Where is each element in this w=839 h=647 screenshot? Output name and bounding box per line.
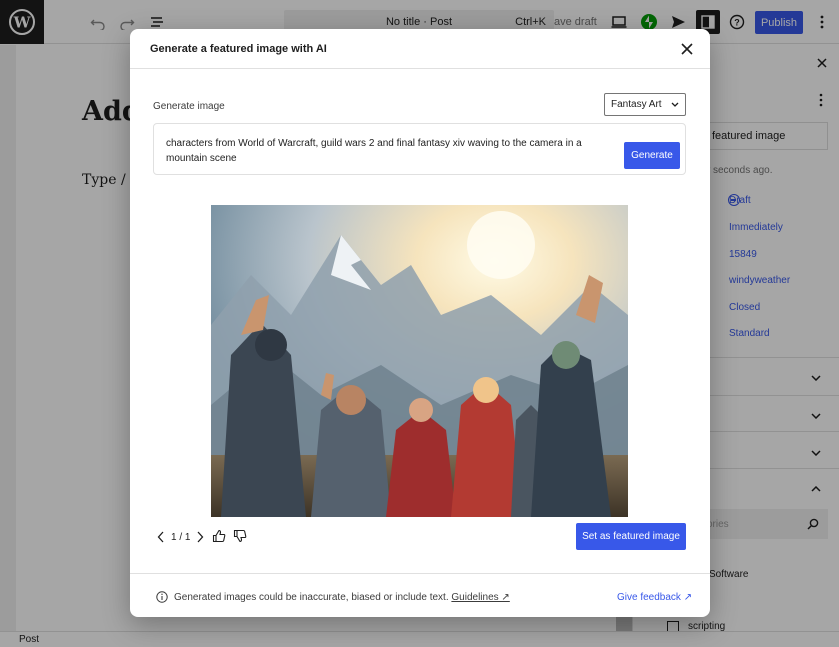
modal-title: Generate a featured image with AI [150,43,327,55]
style-select[interactable]: Fantasy Art [604,93,686,116]
generate-button[interactable]: Generate [624,142,680,169]
thumbs-down-icon[interactable] [233,529,247,546]
prompt-text[interactable]: characters from World of Warcraft, guild… [166,136,586,166]
image-pager: 1 / 1 [171,532,191,543]
give-feedback-link[interactable]: Give feedback ↗ [617,592,692,603]
generated-image [211,205,628,517]
chevron-left-icon[interactable] [157,531,165,546]
disclaimer-label: Generated images could be inaccurate, bi… [174,592,449,603]
guidelines-link[interactable]: Guidelines ↗ [451,592,509,603]
disclaimer-text: Generated images could be inaccurate, bi… [174,592,510,603]
modal-footer: Generated images could be inaccurate, bi… [130,573,710,617]
generate-image-label: Generate image [153,101,225,112]
thumbs-up-icon[interactable] [212,529,226,546]
close-icon[interactable] [679,41,695,57]
ai-image-modal: Generate a featured image with AI Genera… [130,29,710,617]
style-select-value: Fantasy Art [611,99,662,110]
chevron-right-icon[interactable] [196,531,204,546]
prompt-input[interactable]: characters from World of Warcraft, guild… [153,123,686,175]
chevron-down-icon [671,99,679,110]
set-featured-image-button[interactable]: Set as featured image [576,523,686,550]
info-icon [156,591,168,606]
modal-header: Generate a featured image with AI [130,29,710,69]
